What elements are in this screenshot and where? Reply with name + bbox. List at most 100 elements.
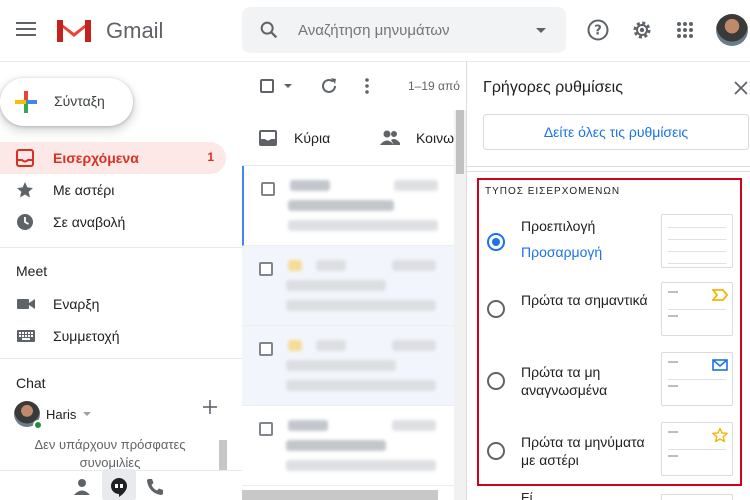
- table-row[interactable]: [242, 406, 454, 486]
- see-all-settings-button[interactable]: Δείτε όλες τις ρυθμίσεις: [483, 114, 749, 150]
- phone-icon[interactable]: [144, 476, 166, 498]
- blurred-subject: [286, 280, 386, 291]
- gmail-wordmark: Gmail: [106, 18, 164, 43]
- next-option-thumbnail: [661, 494, 733, 500]
- inbox-type-option-default[interactable]: Προεπιλογή Προσαρμογή: [477, 214, 742, 280]
- tab-label: Κύρια: [294, 130, 331, 146]
- meet-item-label: Εναρξη: [53, 296, 100, 312]
- option-label: Πρώτα τα σημαντικά: [521, 292, 648, 308]
- inbox-icon: [259, 130, 277, 146]
- message-list: 1–19 από Κύρια Κοινω: [242, 62, 466, 500]
- blurred-date: [394, 180, 438, 191]
- gmail-logo-icon: [57, 20, 91, 42]
- option-label: Πρώτα τα μηνύματα με αστέρι: [521, 434, 645, 468]
- radio-unread-first[interactable]: [487, 372, 505, 390]
- video-icon: [17, 299, 35, 309]
- tab-label: Κοινω: [416, 130, 454, 146]
- option-label: Πρώτα τα μη αναγνωσμένα: [521, 364, 608, 398]
- chevron-down-icon[interactable]: [83, 412, 91, 416]
- nav-item-starred[interactable]: Με αστέρι: [0, 174, 226, 206]
- blurred-subject: [288, 200, 394, 211]
- account-avatar[interactable]: [716, 14, 748, 46]
- blurred-snippet: [286, 380, 436, 391]
- inbox-type-option-unread-first[interactable]: Πρώτα τα μη αναγνωσμένα: [477, 352, 742, 424]
- table-row[interactable]: [242, 166, 454, 246]
- customize-link[interactable]: Προσαρμογή: [521, 244, 602, 260]
- starred-first-preview-thumbnail: [661, 422, 733, 476]
- scrollbar-thumb[interactable]: [456, 110, 464, 174]
- top-bar: Gmail ?: [0, 0, 750, 62]
- nav-item-snoozed[interactable]: Σε αναβολή: [0, 206, 226, 238]
- blurred-snippet: [286, 300, 436, 311]
- hangouts-chat-icon[interactable]: [108, 476, 130, 498]
- compose-button[interactable]: Σύνταξη: [0, 78, 133, 126]
- unread-count-badge: 1: [207, 150, 214, 164]
- search-input[interactable]: [298, 18, 518, 42]
- tab-social[interactable]: Κοινω: [364, 110, 464, 166]
- radio-default[interactable]: [487, 233, 505, 251]
- search-icon[interactable]: [258, 19, 280, 41]
- nav-item-label: Εισερχόμενα: [53, 150, 139, 166]
- list-scrollbar[interactable]: [454, 110, 466, 500]
- select-options-chevron-icon[interactable]: [284, 84, 292, 88]
- inbox-type-title: ΤΥΠΟΣ ΕΙΣΕΡΧΟΜΕΝΩΝ: [485, 186, 621, 197]
- meet-join-meeting[interactable]: Συμμετοχή: [0, 320, 226, 352]
- hangouts-bottom-bar: [0, 469, 242, 500]
- section-divider: [0, 247, 242, 248]
- keyboard-icon: [17, 330, 35, 342]
- main-menu-icon[interactable]: [14, 18, 38, 42]
- chat-user-item[interactable]: Haris: [0, 399, 226, 431]
- section-divider: [0, 358, 242, 359]
- blurred-date: [392, 260, 436, 271]
- table-row[interactable]: [242, 326, 454, 406]
- person-icon[interactable]: [71, 476, 93, 498]
- help-icon[interactable]: ?: [586, 18, 610, 42]
- inbox-icon: [16, 149, 34, 167]
- more-vert-icon[interactable]: [365, 77, 369, 95]
- next-option-label: Εί...: [521, 490, 544, 500]
- refresh-icon[interactable]: [320, 77, 338, 95]
- people-icon: [380, 130, 400, 145]
- gmail-window: Gmail ?: [0, 0, 750, 500]
- horizontal-scrollbar[interactable]: [242, 490, 438, 500]
- table-row[interactable]: [242, 246, 454, 326]
- star-icon: [712, 428, 728, 442]
- add-chat-icon[interactable]: [202, 399, 218, 415]
- select-all-checkbox[interactable]: [260, 79, 274, 93]
- inbox-type-option-important-first[interactable]: Πρώτα τα σημαντικά: [477, 282, 742, 354]
- inbox-type-option-starred-first[interactable]: Πρώτα τα μηνύματα με αστέρι: [477, 422, 742, 494]
- row-checkbox[interactable]: [259, 422, 273, 436]
- blurred-sender: [316, 260, 346, 271]
- blurred-date: [392, 420, 436, 431]
- row-checkbox[interactable]: [261, 182, 275, 196]
- clock-icon: [17, 214, 33, 230]
- close-icon[interactable]: [733, 80, 749, 96]
- pagination-text: 1–19 από: [408, 79, 460, 93]
- meet-new-meeting[interactable]: Εναρξη: [0, 288, 226, 320]
- radio-starred-first[interactable]: [487, 442, 505, 460]
- apps-grid-icon[interactable]: [673, 18, 697, 42]
- search-options-icon[interactable]: [536, 28, 546, 33]
- radio-important-first[interactable]: [487, 300, 505, 318]
- nav-item-label: Με αστέρι: [53, 182, 115, 198]
- row-checkbox[interactable]: [259, 262, 273, 276]
- nav-item-inbox[interactable]: Εισερχόμενα 1: [0, 142, 226, 174]
- tab-primary[interactable]: Κύρια: [242, 110, 352, 166]
- svg-text:?: ?: [594, 24, 602, 39]
- category-tabs: Κύρια Κοινω: [242, 110, 466, 166]
- settings-gear-icon[interactable]: [630, 18, 654, 42]
- blurred-snippet: [288, 220, 438, 231]
- star-icon: [17, 182, 33, 198]
- blurred-importance-marker: [288, 260, 302, 271]
- unread-first-preview-thumbnail: [661, 352, 733, 406]
- nav-item-label: Σε αναβολή: [53, 214, 126, 230]
- row-checkbox[interactable]: [259, 342, 273, 356]
- blurred-sender: [288, 420, 328, 431]
- list-toolbar: 1–19 από: [242, 62, 466, 110]
- section-divider: [467, 171, 750, 172]
- blurred-sender: [290, 180, 330, 191]
- chat-user-name: Haris: [46, 407, 77, 422]
- meet-item-label: Συμμετοχή: [53, 328, 120, 344]
- blurred-snippet: [286, 460, 436, 471]
- left-navigation: Σύνταξη Εισερχόμενα 1 Με αστέρι Σε αναβο…: [0, 62, 242, 500]
